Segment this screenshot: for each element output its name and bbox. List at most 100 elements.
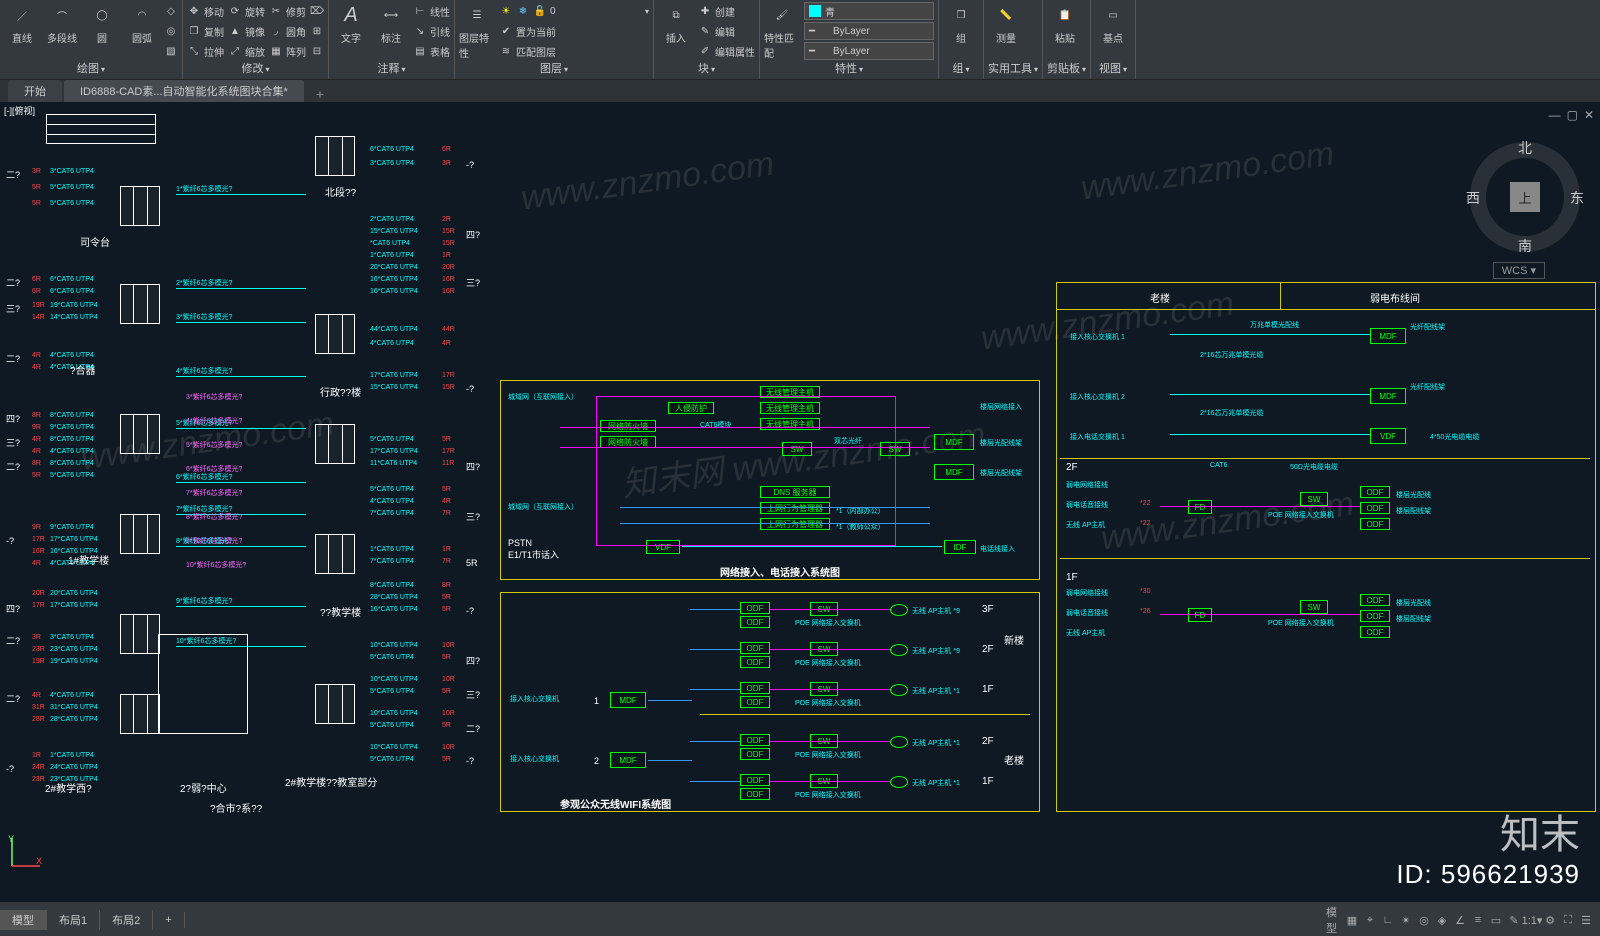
cmd-matchprop[interactable]: 🖌特性匹配 (764, 2, 800, 60)
title-silingtai: 司令台 (80, 234, 110, 249)
cube-w[interactable]: 西 (1466, 188, 1480, 208)
modify-x3[interactable]: ⊟ (310, 42, 324, 60)
cmd-setcurrent[interactable]: ✔置为当前 (499, 22, 649, 40)
cmd-create[interactable]: ✚创建 (698, 2, 755, 20)
cmd-measure[interactable]: 📏测量 (988, 2, 1024, 45)
cable-run: 9*CAT6 UTP4 (50, 524, 94, 531)
tab-add-layout[interactable]: + (153, 912, 184, 928)
vp-max[interactable]: ▢ (1567, 108, 1578, 122)
sb-model[interactable]: 模型 (1326, 912, 1342, 928)
cmd-edit[interactable]: ✎编辑 (698, 22, 755, 40)
fiber-run: 2*紫纤6芯多模光? (176, 278, 232, 288)
cmd-fillet[interactable]: ◞圆角 (269, 22, 306, 40)
sb-ann[interactable]: ✎ (1506, 912, 1522, 928)
watermark: www.znzmo.com (519, 144, 777, 218)
hdr-old: 老楼 (1150, 290, 1170, 305)
cable-run: 4*CAT6 UTP4 (50, 448, 94, 455)
sb-3dosnap[interactable]: ◈ (1434, 912, 1450, 928)
cmd-dim[interactable]: ⟷标注 (373, 2, 409, 45)
draw-misc-1[interactable]: ◇ (164, 2, 178, 20)
draw-misc-2[interactable]: ◎ (164, 22, 178, 40)
cube-s[interactable]: 南 (1518, 236, 1532, 256)
lw-combo[interactable]: ━ByLayer (804, 22, 934, 40)
cmd-insert[interactable]: ⧉插入 (658, 2, 694, 45)
modify-x1[interactable]: ⌦ (310, 2, 324, 20)
cube-n[interactable]: 北 (1518, 138, 1532, 158)
fiber-run: 6*紫纤6芯多模光? (186, 464, 242, 474)
r-sw2: SW (1300, 600, 1328, 614)
cmd-matchlayer[interactable]: ≋匹配图层 (499, 42, 649, 60)
cmd-linear[interactable]: ⊢线性 (413, 2, 450, 20)
r-odf5: ODF (1360, 610, 1390, 622)
wcs-indicator[interactable]: WCS ▾ (1493, 262, 1545, 279)
cmd-attedit[interactable]: ✐编辑属性 (698, 42, 755, 60)
view-cube[interactable]: 上 北 南 东 西 (1470, 142, 1580, 252)
cube-e[interactable]: 东 (1570, 188, 1584, 208)
layer-combo[interactable]: ☀❄🔓0▾ (499, 2, 649, 20)
sb-osnap[interactable]: ◎ (1416, 912, 1432, 928)
sb-grid[interactable]: ▦ (1344, 912, 1360, 928)
cmd-paste[interactable]: 📋粘贴 (1047, 2, 1083, 45)
cmd-table[interactable]: ▤表格 (413, 42, 450, 60)
cmd-base[interactable]: ▭基点 (1095, 2, 1131, 45)
cmd-stretch[interactable]: ⤡拉伸 (187, 42, 224, 60)
tab-layout1[interactable]: 布局1 (47, 910, 100, 930)
lbl-wall: 楼层网络接入 (980, 402, 1022, 412)
cable-run: 14*CAT6 UTP4 (50, 314, 98, 321)
sb-full[interactable]: ⛶ (1560, 912, 1576, 928)
sb-gear[interactable]: ⚙ (1542, 912, 1558, 928)
modify-x2[interactable]: ⊞ (310, 22, 324, 40)
cmd-arc[interactable]: ◠圆弧 (124, 2, 160, 45)
cmd-trim[interactable]: ✂修剪 (269, 2, 306, 20)
port-count: 16R (32, 548, 45, 555)
tab-model[interactable]: 模型 (0, 910, 47, 930)
sb-snap[interactable]: ⌖ (1362, 912, 1378, 928)
cmd-copy[interactable]: ❐复制 (187, 22, 224, 40)
color-combo[interactable]: 青 (804, 2, 934, 20)
r-vdf: VDF (1370, 428, 1406, 444)
drawing-canvas[interactable]: [-][俯视] — ▢ ✕ 上 北 南 东 西 WCS ▾ www.znzmo.… (0, 102, 1600, 902)
brand-watermark: 知末 (1500, 802, 1580, 860)
floor-tag: 三? (6, 436, 20, 449)
sb-otrack[interactable]: ∠ (1452, 912, 1468, 928)
cmd-leader[interactable]: ↘引线 (413, 22, 450, 40)
port-count: 6R (32, 276, 41, 283)
r-mdf2: MDF (1370, 388, 1406, 404)
lt-combo[interactable]: ━ByLayer (804, 42, 934, 60)
cmd-layerprop[interactable]: ☰图层特性 (459, 2, 495, 60)
cube-top[interactable]: 上 (1510, 182, 1540, 212)
vp-close[interactable]: ✕ (1584, 108, 1594, 122)
r-cab1: 万兆单模光配线 (1250, 320, 1299, 330)
tab-file[interactable]: ID6888-CAD素...自动智能化系统图块合集* (64, 80, 304, 102)
sb-scale[interactable]: 1:1▾ (1524, 912, 1540, 928)
vp-min[interactable]: — (1549, 108, 1561, 122)
r-core1: 接入核心交换机 1 (1070, 332, 1125, 342)
cmd-scale[interactable]: ⤢缩放 (228, 42, 265, 60)
floor-tag: -? (6, 536, 14, 546)
cmd-pline[interactable]: ⌒多段线 (44, 2, 80, 45)
sb-qp[interactable]: ▭ (1488, 912, 1504, 928)
tab-new[interactable]: + (306, 86, 334, 102)
cable-run: 8*CAT6 UTP4 (50, 436, 94, 443)
tab-start[interactable]: 开始 (8, 80, 62, 102)
port-count: 23R (32, 646, 45, 653)
cmd-circle[interactable]: ◯圆 (84, 2, 120, 45)
sb-polar[interactable]: ✴ (1398, 912, 1414, 928)
cmd-array[interactable]: ▦阵列 (269, 42, 306, 60)
r-ph2f: 弱电话音接线 (1066, 500, 1108, 510)
r-odf1: ODF (1360, 486, 1390, 498)
cmd-line[interactable]: ／直线 (4, 2, 40, 45)
fiber-run: 9*紫纤6芯多模光? (176, 596, 232, 606)
cmd-text[interactable]: A文字 (333, 2, 369, 45)
cmd-move[interactable]: ✥移动 (187, 2, 224, 20)
tab-layout2[interactable]: 布局2 (100, 910, 153, 930)
draw-misc-3[interactable]: ▧ (164, 42, 178, 60)
sb-custom[interactable]: ☰ (1578, 912, 1594, 928)
cmd-mirror[interactable]: ▲镜像 (228, 22, 265, 40)
title-heqi: ?合器 (70, 362, 96, 377)
port-count: 5R (32, 472, 41, 479)
cmd-rotate[interactable]: ⟳旋转 (228, 2, 265, 20)
cmd-group[interactable]: ❒组 (943, 2, 979, 45)
sb-lwt[interactable]: ≡ (1470, 912, 1486, 928)
sb-ortho[interactable]: ∟ (1380, 912, 1396, 928)
